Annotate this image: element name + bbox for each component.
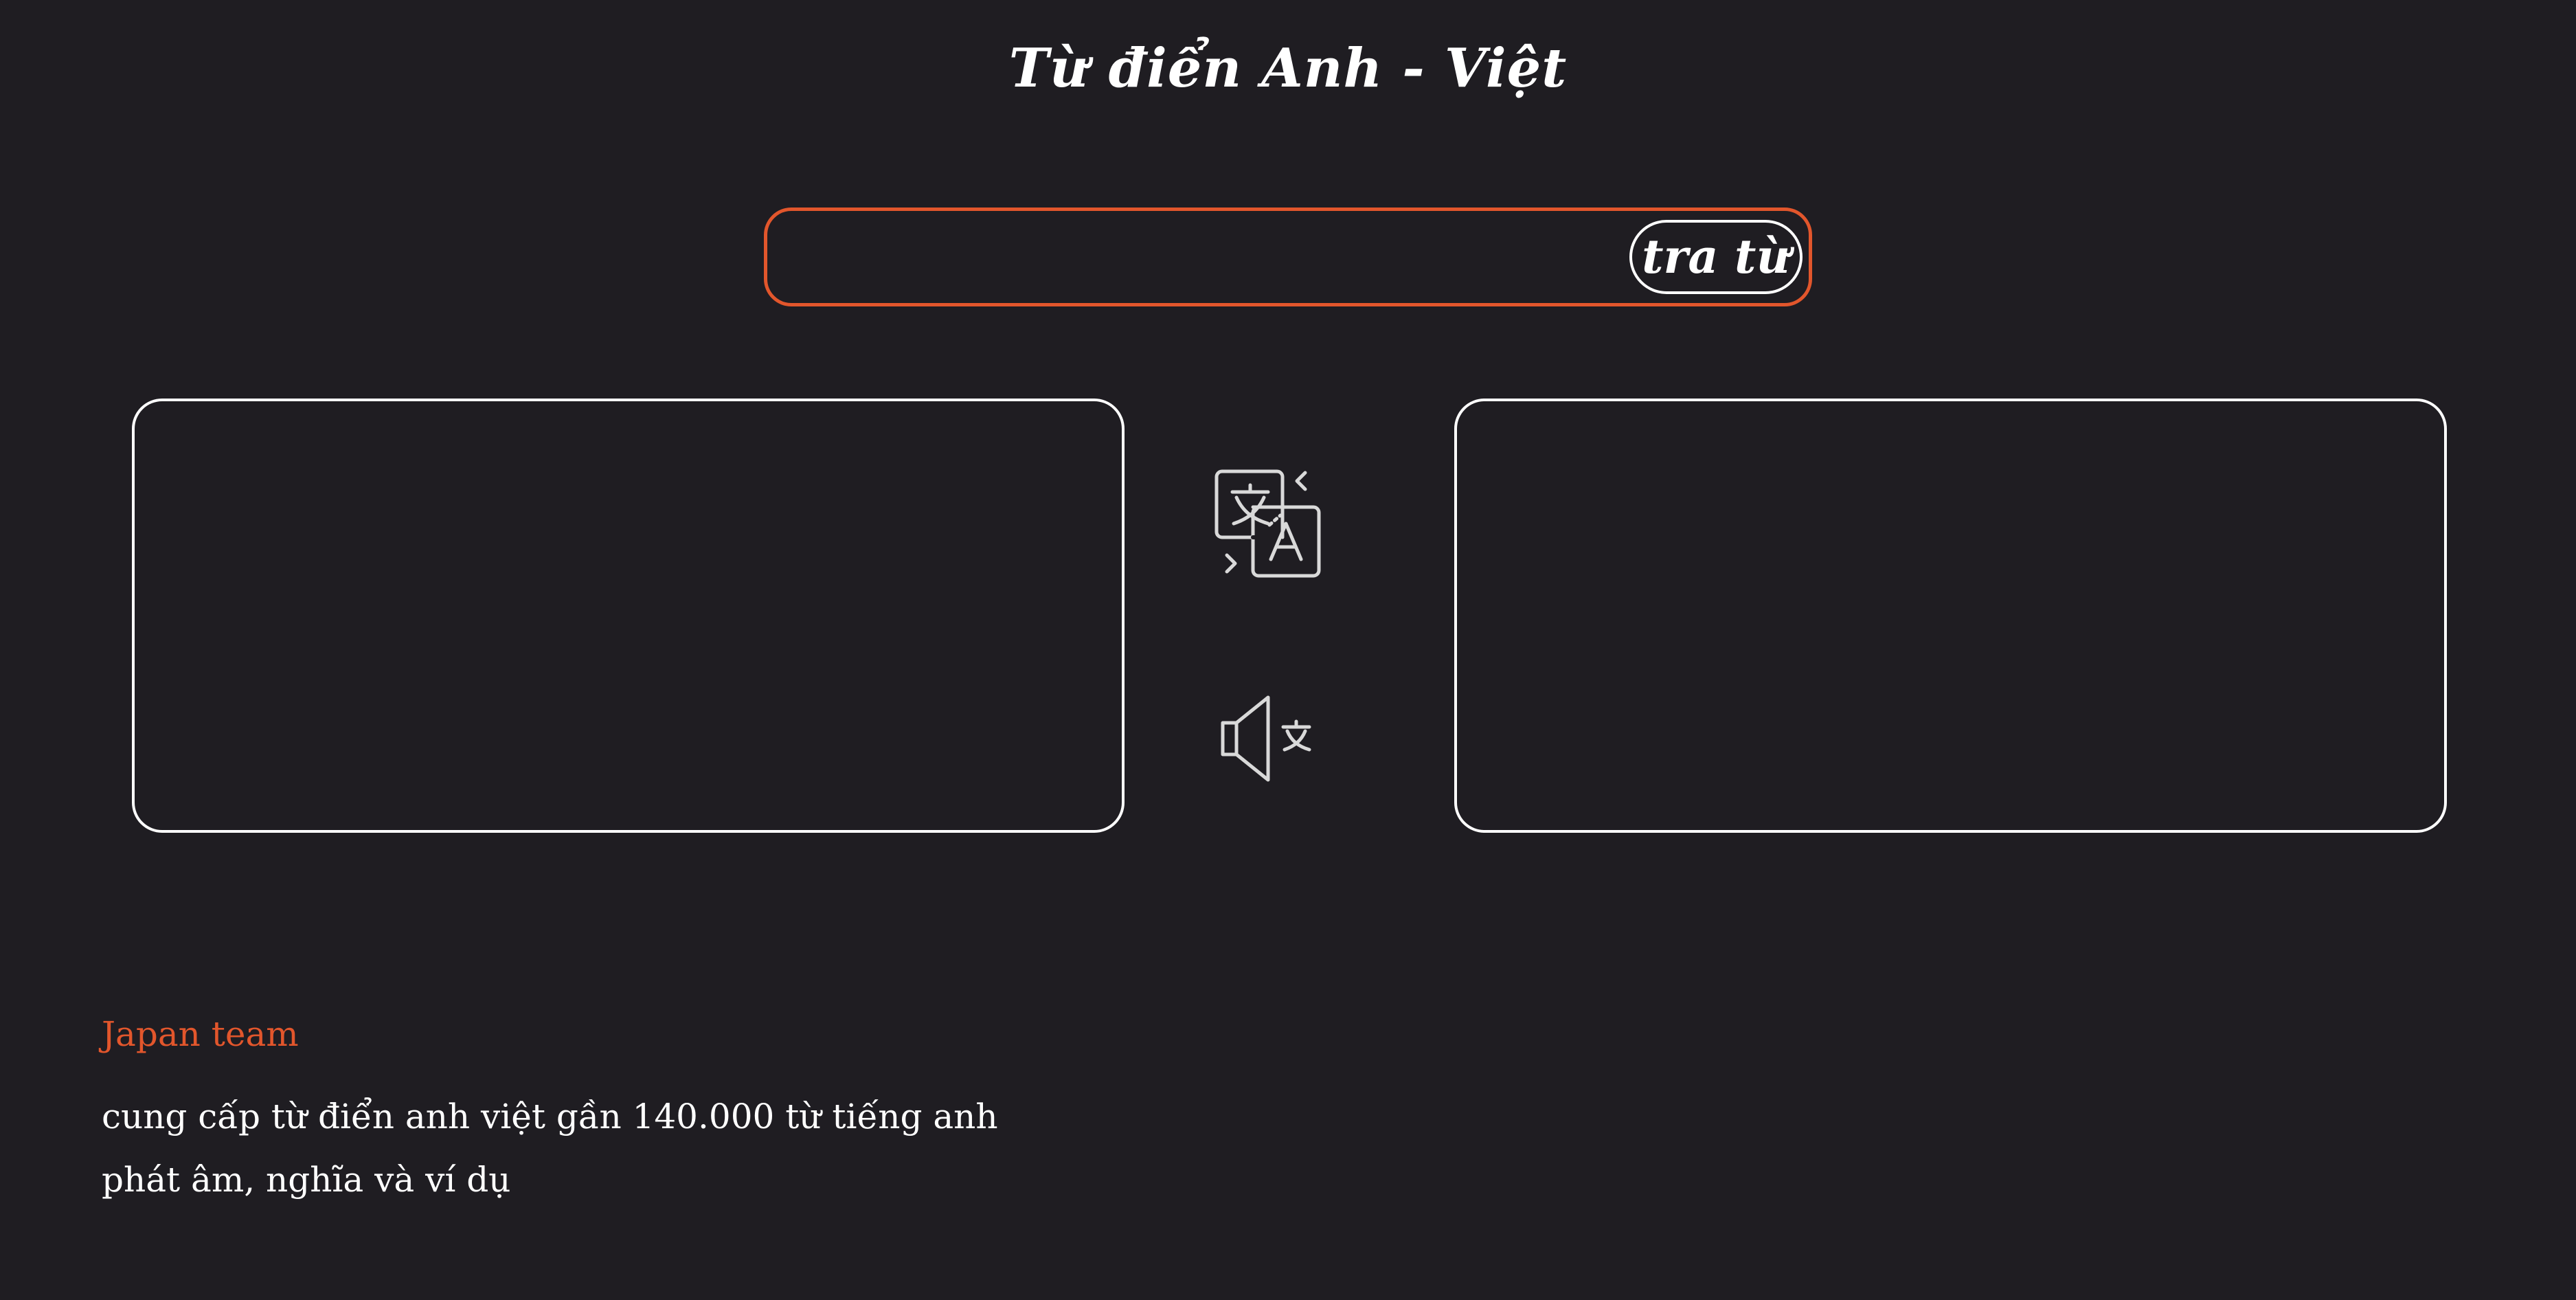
page-title: Từ điển Anh - Việt [1008,37,1568,100]
search-button[interactable]: tra từ [1629,220,1803,294]
source-text-panel[interactable] [132,399,1125,833]
search-input[interactable] [788,225,1684,291]
footer-description-line: cung cấp từ điển anh việt gần 140.000 từ… [102,1097,998,1136]
dictionary-page: Từ điển Anh - Việt tra từ Japan team cun… [0,0,2576,1300]
search-bar: tra từ [764,208,1812,306]
speaker-icon[interactable] [1216,691,1326,787]
footer-description-line: phát âm, nghĩa và ví dụ [102,1160,511,1200]
result-panel [1454,399,2447,833]
translate-icon[interactable] [1209,464,1333,581]
footer-brand: Japan team [102,1014,299,1054]
